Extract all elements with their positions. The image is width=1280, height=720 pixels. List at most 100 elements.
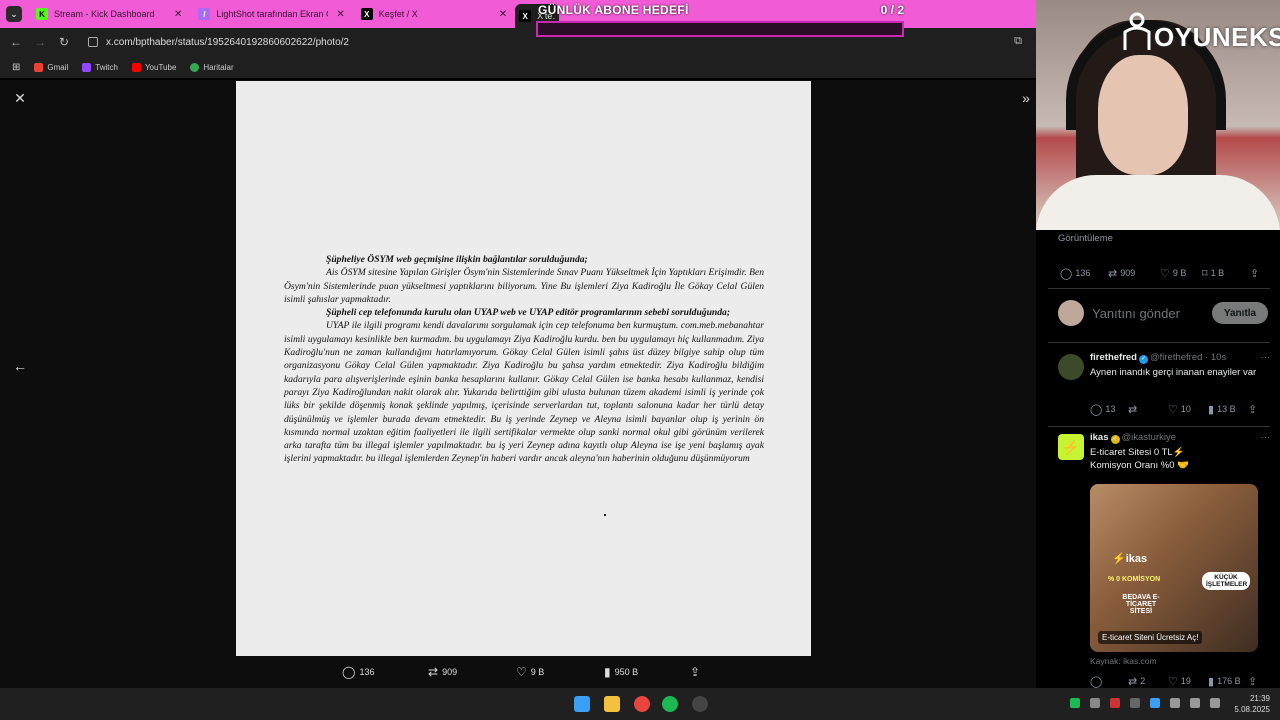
volume-icon[interactable]: [1210, 698, 1220, 708]
forward-icon[interactable]: →: [28, 35, 52, 49]
close-icon[interactable]: ✕: [10, 90, 30, 110]
start-menu-icon[interactable]: [574, 696, 590, 712]
like-count: 19: [1180, 676, 1191, 686]
share-button[interactable]: ⇪: [690, 665, 704, 679]
heart-icon: ♡: [1168, 675, 1178, 688]
avatar: [1058, 300, 1084, 326]
close-icon[interactable]: ✕: [174, 9, 182, 20]
url-text: x.com/bpthaber/status/195264019286060262…: [106, 36, 349, 48]
install-icon[interactable]: ⧉: [1006, 35, 1030, 48]
bookmark-maps[interactable]: Haritalar: [190, 62, 234, 72]
reply-tweet[interactable]: firethefred ✓ @firethefred · 10s ··· Aynen…: [1058, 352, 1270, 422]
avatar: [1058, 354, 1084, 380]
share-icon: ⇪: [1248, 675, 1258, 688]
heart-icon: ♡: [1168, 403, 1178, 416]
like-count: 10: [1180, 404, 1191, 414]
chrome-icon[interactable]: [634, 696, 650, 712]
tweet-text: Aynen inandık gerçi inanan enayiler var: [1090, 367, 1257, 378]
tab-kick[interactable]: K Stream - Kick Dashboard ✕: [28, 2, 190, 26]
share-button[interactable]: ⇪: [1250, 267, 1262, 280]
more-options-icon[interactable]: ···: [1261, 432, 1271, 443]
reply-submit-button[interactable]: Yanıtla: [1212, 302, 1268, 324]
reply-button[interactable]: ◯: [1090, 675, 1105, 688]
previous-photo-arrow-icon[interactable]: ←: [10, 358, 30, 378]
tab-title: Stream - Kick Dashboard: [54, 9, 155, 19]
like-button[interactable]: ♡ 9 B: [1160, 267, 1186, 280]
close-icon[interactable]: ✕: [499, 9, 507, 20]
author-name[interactable]: firethefred: [1090, 352, 1137, 363]
apps-grid-icon[interactable]: ⊞: [12, 62, 20, 73]
reply-button[interactable]: ◯ 136: [1060, 267, 1090, 280]
bookmark-label: YouTube: [144, 62, 177, 72]
verified-badge-icon: ✓: [1138, 355, 1148, 364]
like-button[interactable]: ♡ 19: [1168, 675, 1191, 688]
file-explorer-icon[interactable]: [604, 696, 620, 712]
steam-icon[interactable]: [1130, 698, 1140, 708]
tray-icon[interactable]: [1090, 698, 1100, 708]
share-button[interactable]: ⇪: [1248, 675, 1260, 688]
reload-icon[interactable]: ↻: [52, 35, 76, 49]
more-options-icon[interactable]: ···: [1261, 352, 1271, 363]
repost-button[interactable]: ⇄ 2: [1128, 675, 1145, 688]
tab-search-icon[interactable]: ⌄: [6, 6, 22, 22]
bookmark-count: 1 B: [1210, 268, 1225, 278]
repost-count: 909: [442, 667, 458, 677]
ad-image[interactable]: ⚡ikas % 0 KOMİSYON BEDAVA E-TİCARET SİTE…: [1090, 484, 1258, 652]
obs-icon[interactable]: [692, 696, 708, 712]
views-button[interactable]: ▮ 950 B: [604, 665, 638, 679]
views-button[interactable]: ▮ 13 B: [1208, 403, 1236, 416]
document-paragraph: UYAP ile ilgili programı kendi davalarım…: [284, 320, 764, 465]
view-count: 13 B: [1217, 404, 1236, 414]
share-button[interactable]: ⇪: [1248, 403, 1260, 416]
close-icon[interactable]: ✕: [336, 9, 344, 20]
tray-icon[interactable]: [1110, 698, 1120, 708]
spotify-icon[interactable]: [662, 696, 678, 712]
tab-lightshot[interactable]: / LightShot tarafından Ekran Gö ✕: [190, 2, 352, 26]
reply-input[interactable]: Yanıtını gönder: [1092, 306, 1180, 321]
document-text: Şüpheliye ÖSYM web geçmişine ilişkin bağ…: [284, 253, 764, 466]
tray-icon[interactable]: [1150, 698, 1160, 708]
tweet-header: ikas ✓ @ikasturkiye: [1090, 432, 1176, 444]
bookmark-label: Twitch: [95, 62, 118, 72]
like-button[interactable]: ♡ 10: [1168, 403, 1191, 416]
like-button[interactable]: ♡ 9 B: [516, 665, 544, 679]
bookmark-icon: ⌑: [1202, 267, 1208, 280]
repost-button[interactable]: ⇄ 909: [428, 665, 457, 679]
repost-icon: ⇄: [1108, 267, 1118, 280]
bookmark-youtube[interactable]: YouTube: [131, 62, 177, 72]
repost-button[interactable]: ⇄: [1128, 403, 1140, 416]
subscribe-goal-overlay: GÜNLÜK ABONE HEDEFİ 0 / 2: [536, 3, 904, 37]
reply-count: 136: [359, 667, 375, 677]
back-icon[interactable]: ←: [4, 35, 28, 49]
gmail-icon: [34, 62, 44, 72]
tab-kesfet[interactable]: X Keşfet / X ✕: [353, 2, 515, 26]
tweet-actions: ◯ 13 ⇄ ♡ 10 ▮ 13 B ⇪: [1090, 402, 1270, 416]
author-name[interactable]: ikas: [1090, 432, 1109, 443]
reply-button[interactable]: ◯ 13: [1090, 403, 1115, 416]
ad-logo: ⚡ikas: [1112, 553, 1148, 565]
reply-button[interactable]: ◯ 136: [342, 665, 374, 679]
expand-panel-icon[interactable]: »: [1016, 90, 1036, 110]
bookmark-button[interactable]: ⌑ 1 B: [1202, 267, 1224, 280]
spotify-tray-icon[interactable]: [1070, 698, 1080, 708]
views-button[interactable]: ▮ 176 B: [1208, 675, 1241, 688]
tweet-sidebar: Görüntüleme ◯ 136 ⇄ 909 ♡ 9 B ⌑ 1 B ⇪ Yanıtı…: [1048, 230, 1280, 688]
microphone-icon[interactable]: [1170, 698, 1180, 708]
bookmark-gmail[interactable]: Gmail: [34, 62, 68, 72]
bookmark-twitch[interactable]: Twitch: [82, 62, 118, 72]
webcam-shirt: [1036, 175, 1280, 230]
tab-title: LightShot tarafından Ekran Gö: [216, 9, 329, 19]
reply-count: 13: [1105, 404, 1116, 414]
system-clock[interactable]: 21:39 5.08.2025: [1234, 693, 1270, 715]
promoted-tweet[interactable]: ⚡ ikas ✓ @ikasturkiye ··· E-ticaret Sitesi…: [1058, 432, 1270, 688]
site-info-icon[interactable]: [88, 37, 98, 47]
tweet-stats-row: ◯ 136 ⇄ 909 ♡ 9 B ⌑ 1 B ⇪: [1060, 266, 1260, 280]
repost-button[interactable]: ⇄ 909: [1108, 267, 1135, 280]
oyuneks-logo-icon: [1123, 12, 1151, 50]
ad-source[interactable]: Kaynak: ikas.com: [1090, 656, 1157, 666]
reply-composer[interactable]: Yanıtını gönder Yanıtla: [1058, 298, 1268, 328]
view-count: 950 B: [614, 667, 639, 677]
ad-cta[interactable]: E-ticaret Siteni Ücretsiz Aç!: [1098, 631, 1203, 644]
network-icon[interactable]: [1190, 698, 1200, 708]
reply-icon: ◯: [1090, 675, 1103, 688]
